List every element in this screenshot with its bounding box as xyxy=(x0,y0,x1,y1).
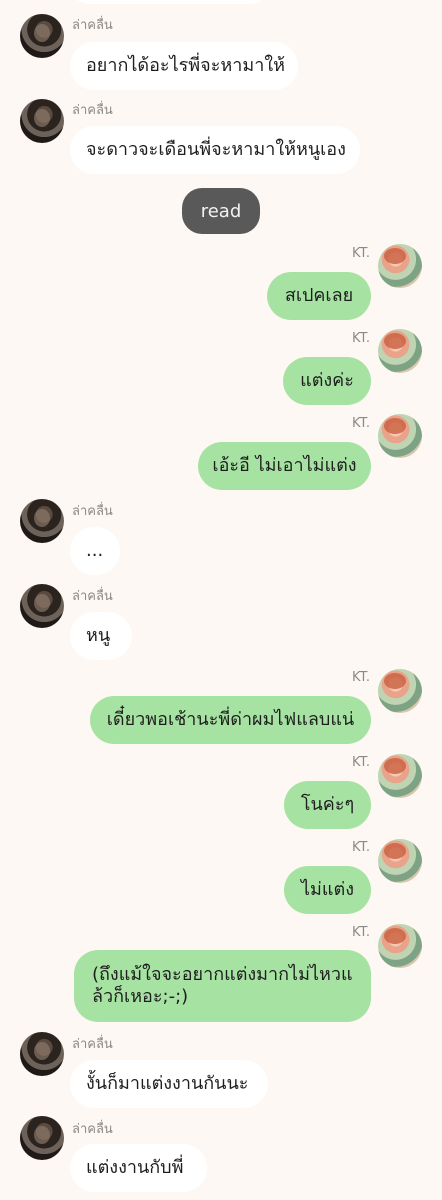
user-avatar[interactable] xyxy=(378,754,422,798)
contact-avatar[interactable] xyxy=(20,499,64,543)
sent-message-bubble[interactable]: โนค่ะๆ xyxy=(284,781,371,829)
user-avatar[interactable] xyxy=(378,244,422,288)
contact-avatar[interactable] xyxy=(20,1032,64,1076)
message-text: สเปคเลย xyxy=(284,285,354,306)
message-text: โนค่ะๆ xyxy=(300,794,355,815)
received-message-bubble[interactable]: แต่งงานกับพี่ xyxy=(70,1144,207,1192)
user-name: KT. xyxy=(351,246,370,261)
received-message-bubble[interactable]: งั้นก็มาแต่งงานกันนะ xyxy=(70,1060,268,1108)
sent-message-bubble[interactable]: เดี๋ยวพอเช้านะพี่ด่าผมไฟแลบแน่ xyxy=(90,696,371,744)
message-text: (ถึงแม้ใจจะอยากแต่งมากไม่ไหวแล้วก็เหอะ;-… xyxy=(92,964,353,1007)
received-message-bubble[interactable]: จะดาวจะเดือนพี่จะหามาให้หนูเอง xyxy=(70,126,360,174)
received-message-bubble[interactable]: หนู xyxy=(70,612,132,660)
user-name: KT. xyxy=(351,331,370,346)
message-text: งั้นก็มาแต่งงานกันนะ xyxy=(86,1073,249,1094)
contact-name: ล่าคลื่น xyxy=(72,1037,113,1052)
sent-message-bubble[interactable]: แต่งค่ะ xyxy=(283,357,371,405)
contact-avatar[interactable] xyxy=(20,1116,64,1160)
contact-name: ล่าคลื่น xyxy=(72,18,113,33)
message-text: ... xyxy=(86,540,104,561)
user-avatar[interactable] xyxy=(378,839,422,883)
message-text: แต่งค่ะ xyxy=(300,370,354,391)
previous-message-bubble xyxy=(70,0,270,4)
sent-message-bubble[interactable]: ไม่แต่ง xyxy=(284,866,371,914)
message-text: หนู xyxy=(86,625,111,646)
message-text: เอ้ะอี ไม่เอาไม่แต่ง xyxy=(212,455,357,476)
read-label: read xyxy=(200,200,242,222)
user-name: KT. xyxy=(351,925,370,940)
contact-avatar[interactable] xyxy=(20,99,64,143)
user-name: KT. xyxy=(351,755,370,770)
user-name: KT. xyxy=(351,670,370,685)
sent-message-bubble[interactable]: สเปคเลย xyxy=(267,272,371,320)
user-avatar[interactable] xyxy=(378,414,422,458)
sent-message-bubble[interactable]: (ถึงแม้ใจจะอยากแต่งมากไม่ไหวแล้วก็เหอะ;-… xyxy=(74,950,371,1022)
read-indicator: read xyxy=(182,188,260,234)
contact-name: ล่าคลื่น xyxy=(72,504,113,519)
user-name: KT. xyxy=(351,840,370,855)
sent-message-bubble[interactable]: เอ้ะอี ไม่เอาไม่แต่ง xyxy=(198,442,371,490)
user-name: KT. xyxy=(351,416,370,431)
received-message-bubble[interactable]: ... xyxy=(70,527,120,575)
user-avatar[interactable] xyxy=(378,329,422,373)
contact-name: ล่าคลื่น xyxy=(72,103,113,118)
contact-avatar[interactable] xyxy=(20,14,64,58)
message-text: เดี๋ยวพอเช้านะพี่ด่าผมไฟแลบแน่ xyxy=(106,709,355,730)
message-text: อยากได้อะไรพี่จะหามาให้ xyxy=(86,55,285,76)
received-message-bubble[interactable]: อยากได้อะไรพี่จะหามาให้ xyxy=(70,42,298,90)
user-avatar[interactable] xyxy=(378,924,422,968)
message-text: ไม่แต่ง xyxy=(301,879,354,900)
message-text: จะดาวจะเดือนพี่จะหามาให้หนูเอง xyxy=(86,139,346,160)
contact-name: ล่าคลื่น xyxy=(72,589,113,604)
user-avatar[interactable] xyxy=(378,669,422,713)
message-text: แต่งงานกับพี่ xyxy=(86,1157,184,1178)
contact-avatar[interactable] xyxy=(20,584,64,628)
contact-name: ล่าคลื่น xyxy=(72,1122,113,1137)
